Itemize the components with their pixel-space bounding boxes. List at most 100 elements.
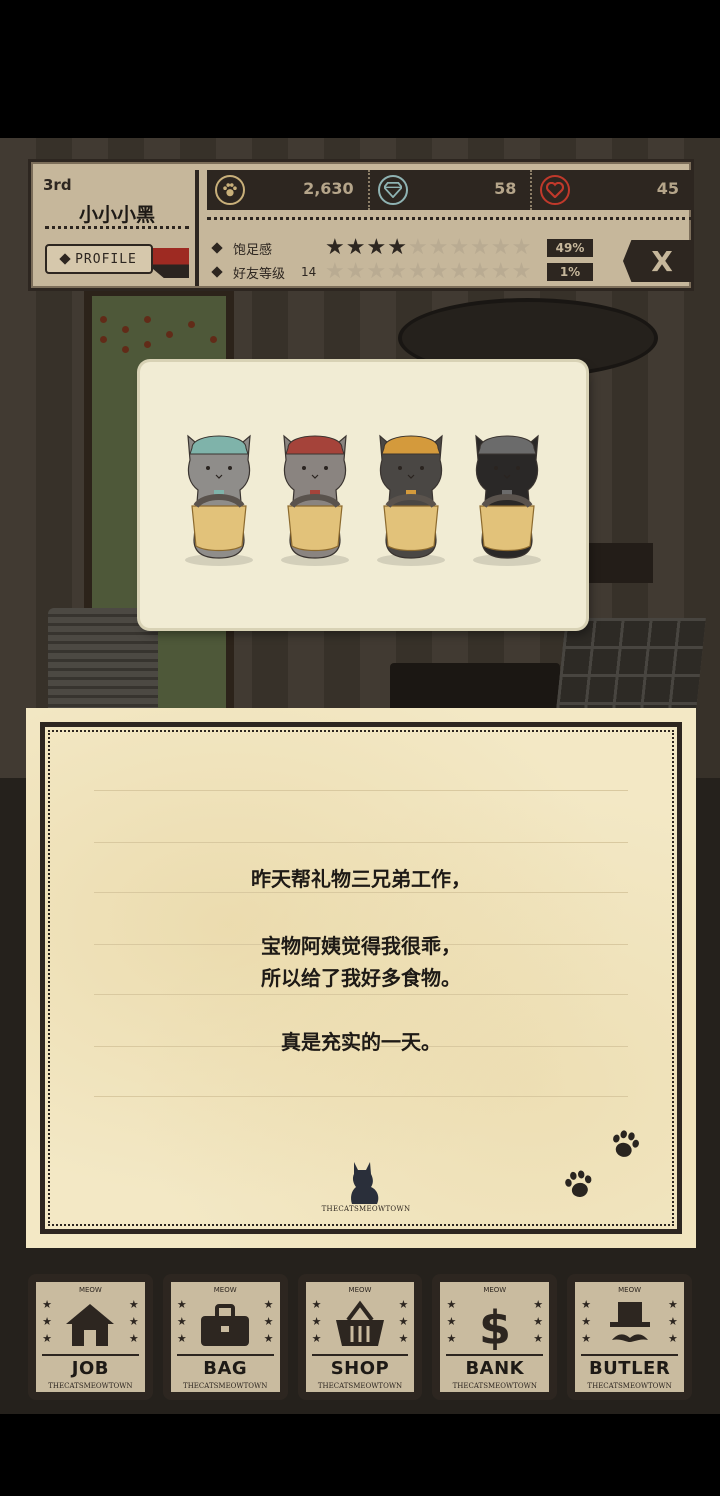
diamond-bullet-icon [211, 242, 223, 254]
friendship-star-icon: ★ [511, 259, 532, 284]
nav-label: BAG [203, 1358, 248, 1379]
friendship-percent: 1% [547, 263, 593, 281]
star-column-icon: ★ ★ ★ [263, 1298, 274, 1345]
satiety-star-icon: ★ [366, 235, 387, 260]
diamond-bullet-icon [211, 266, 223, 278]
cat-teal-icon [185, 434, 253, 566]
satiety-stars: ★ ★ ★ ★ ★ ★ ★ ★ ★ ★ [325, 237, 531, 259]
satiety-star-icon: ★ [428, 235, 449, 260]
friendship-star-icon: ★ [325, 259, 345, 284]
player-name: 小小小黑 [78, 204, 155, 226]
divider [45, 226, 189, 229]
letter-line-2: 宝物阿姨觉得我很乖， [261, 934, 461, 958]
divider [446, 1354, 544, 1356]
profile-button[interactable]: PROFILE [45, 244, 153, 274]
nav-subtitle: THECATSMEOWTOWN [452, 1382, 537, 1390]
friendship-star-icon: ★ [490, 259, 511, 284]
hearts-value: 45 [656, 179, 680, 198]
nav-card-top: MEOW [618, 1286, 642, 1294]
close-icon: X [651, 244, 673, 278]
friendship-star-icon: ★ [345, 259, 366, 284]
player-name-block: 3rd 小小小黑 PROFILE [35, 166, 199, 288]
currency-strip: 2,630 58 45 [207, 170, 693, 210]
divider [195, 170, 199, 286]
diary-letter[interactable]: 昨天帮礼物三兄弟工作， 宝物阿姨觉得我很乖， 所以给了我好多食物。 真是充实的一… [26, 708, 696, 1248]
nav-card-top: MEOW [483, 1286, 507, 1294]
satiety-star-icon: ★ [407, 235, 428, 260]
nav-card-inner: MEOW ★ ★ ★ ★ ★ ★ JOB THECATSMEOWTOWN [34, 1280, 147, 1394]
friendship-star-icon: ★ [407, 259, 428, 284]
coins-stat[interactable]: 2,630 [207, 170, 368, 210]
status-bar-area [0, 0, 720, 138]
cat-orange-icon [377, 434, 445, 566]
nav-subtitle: THECATSMEOWTOWN [587, 1382, 672, 1390]
star-column-icon: ★ ★ ★ [581, 1298, 592, 1345]
nav-job-button[interactable]: MEOW ★ ★ ★ ★ ★ ★ JOB THECATSMEOWTOWN [28, 1274, 153, 1400]
bag-icon [197, 1300, 253, 1350]
nav-label: JOB [71, 1358, 109, 1379]
coins-value: 2,630 [303, 179, 354, 198]
friendship-star-icon: ★ [387, 259, 407, 284]
nav-card-top: MEOW [348, 1286, 372, 1294]
gems-stat[interactable]: 58 [367, 170, 531, 210]
divider [311, 1354, 409, 1356]
player-hud: 3rd 小小小黑 PROFILE 2,630 58 45 饱足感 ★ ★ ★ ★… [28, 159, 694, 291]
satiety-star-icon: ★ [470, 235, 490, 260]
nav-subtitle: THECATSMEOWTOWN [48, 1382, 133, 1390]
nav-shop-button[interactable]: MEOW ★ ★ ★ ★ ★ ★ SHOP THECATSMEOWTOWN [297, 1274, 423, 1400]
letter-line-4: 真是充实的一天。 [281, 1030, 441, 1054]
satiety-star-icon: ★ [490, 235, 511, 260]
divider [42, 1354, 139, 1356]
diamond-gem-icon [377, 175, 408, 205]
paw-print-icon [565, 1170, 592, 1197]
divider [207, 217, 693, 220]
profile-label: PROFILE [75, 251, 137, 267]
divider [176, 1354, 274, 1356]
nav-bank-button[interactable]: MEOW ★ ★ ★ ★ ★ ★ $ BANK THECATSMEOWTOWN [432, 1274, 558, 1400]
satiety-star-icon: ★ [325, 235, 345, 260]
basket-icon [332, 1300, 388, 1350]
cat-red-icon [281, 434, 349, 566]
divider [581, 1354, 678, 1356]
star-column-icon: ★ ★ ★ [668, 1298, 678, 1345]
friendship-level: 14 [301, 265, 317, 279]
satiety-star-icon: ★ [511, 235, 532, 260]
satiety-row: 饱足感 ★ ★ ★ ★ ★ ★ ★ ★ ★ ★ [211, 236, 593, 260]
satiety-label: 饱足感 [233, 242, 273, 258]
star-column-icon: ★ ★ ★ [398, 1298, 409, 1345]
hearts-stat[interactable]: 45 [530, 170, 693, 210]
dollar-icon: $ [467, 1300, 523, 1355]
navigation-bar-area [0, 1414, 720, 1496]
satiety-star-icon: ★ [449, 235, 470, 260]
nav-subtitle: THECATSMEOWTOWN [183, 1382, 268, 1390]
nav-card-top: MEOW [213, 1286, 237, 1294]
star-column-icon: ★ ★ ★ [128, 1298, 139, 1345]
letter-signature: THECATSMEOWTOWN [321, 1205, 411, 1213]
butler-icon [602, 1300, 658, 1350]
close-button[interactable]: X [623, 240, 693, 282]
nav-label: SHOP [330, 1358, 390, 1379]
nav-card-top: MEOW [78, 1286, 102, 1294]
satiety-star-icon: ★ [345, 235, 366, 260]
nav-butler-button[interactable]: MEOW ★ ★ ★ ★ ★ ★ BUTLER THECATSMEOWTOWN [567, 1274, 692, 1400]
star-column-icon: ★ ★ ★ [446, 1298, 457, 1345]
nav-card-inner: MEOW ★ ★ ★ ★ ★ ★ BAG THECATSMEOWTOWN [168, 1280, 282, 1394]
friendship-star-icon: ★ [428, 259, 449, 284]
letter-line-1: 昨天帮礼物三兄弟工作， [251, 867, 471, 891]
friendship-star-icon: ★ [470, 259, 490, 284]
star-column-icon: ★ ★ ★ [311, 1298, 322, 1345]
star-column-icon: ★ ★ ★ [42, 1298, 52, 1345]
letter-line-3: 所以给了我好多食物。 [261, 966, 461, 990]
nav-subtitle: THECATSMEOWTOWN [317, 1382, 403, 1390]
ribbon-icon [153, 248, 189, 278]
satiety-star-icon: ★ [387, 235, 407, 260]
player-rank: 3rd [43, 176, 72, 194]
heart-icon [540, 175, 571, 205]
nav-card-inner: MEOW ★ ★ ★ ★ ★ ★ BUTLER THECATSMEOWTOWN [573, 1280, 686, 1394]
cat-gray-icon [473, 434, 541, 566]
gems-value: 58 [494, 179, 517, 198]
nav-bag-button[interactable]: MEOW ★ ★ ★ ★ ★ ★ BAG THECATSMEOWTOWN [162, 1274, 288, 1400]
friendship-star-icon: ★ [449, 259, 470, 284]
friendship-row: 好友等级 14 ★ ★ ★ ★ ★ ★ ★ ★ ★ ★ [211, 259, 593, 284]
cat-silhouette-icon [351, 1162, 379, 1204]
